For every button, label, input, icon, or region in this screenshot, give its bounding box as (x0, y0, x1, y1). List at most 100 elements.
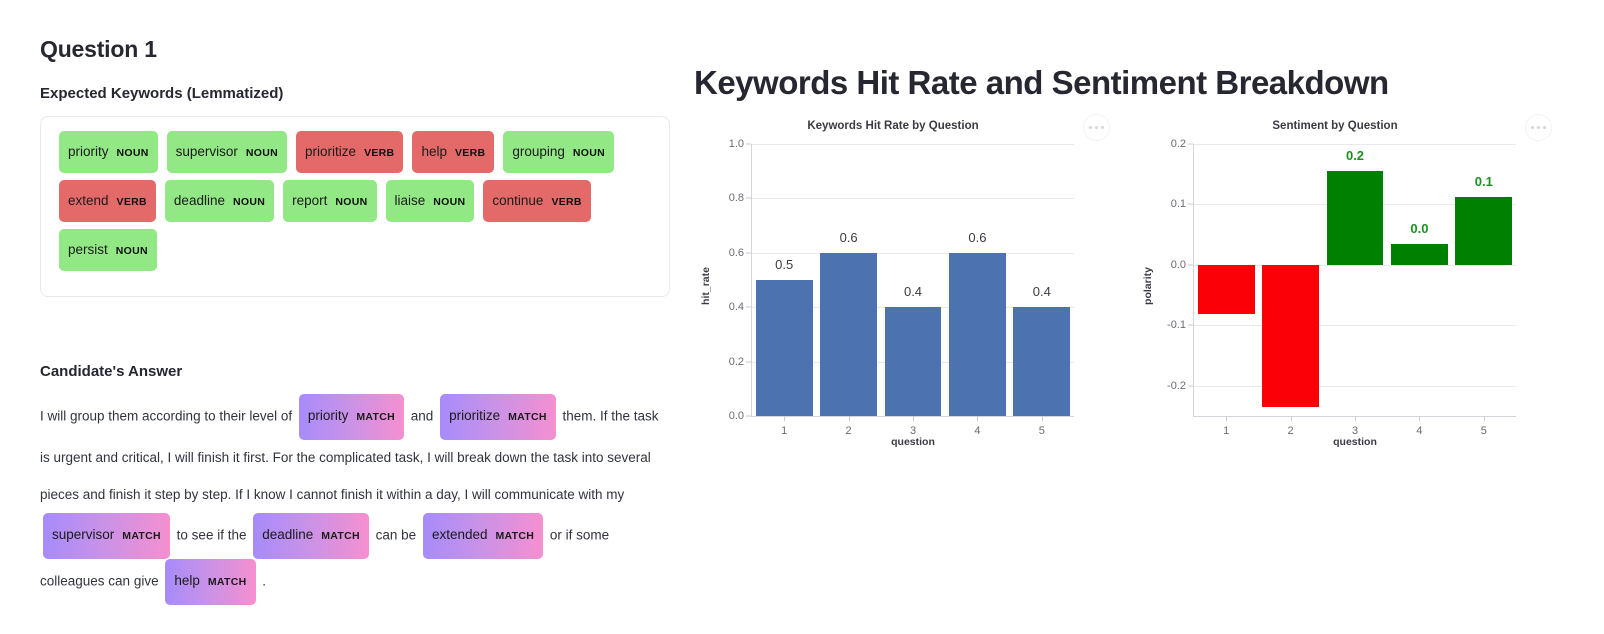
x-tick-mark (848, 416, 850, 421)
match-badge: MATCH (508, 411, 547, 424)
answer-match-tag: extended MATCH (422, 513, 544, 560)
y-axis-label: hit_rate (700, 267, 712, 305)
keyword-pos-badge: NOUN (115, 245, 148, 258)
answer-match-tag: help MATCH (165, 559, 256, 605)
y-tick-label: 0.0 (1170, 258, 1186, 271)
keyword-tag: deadline NOUN (164, 180, 275, 223)
bar[interactable] (1013, 307, 1071, 416)
keyword-word: grouping (512, 144, 565, 159)
bar-value-label: 0.4 (1032, 284, 1051, 300)
bar-slot: 0.5 1 (752, 144, 816, 437)
bar-value-label: 0.5 (775, 257, 794, 272)
candidate-answer-heading: Candidate's Answer (40, 363, 183, 381)
keyword-pos-badge: VERB (364, 147, 395, 159)
bar[interactable] (1391, 243, 1448, 265)
chart-card: Keywords Hit Rate by Question hit_rate 0.0… (694, 114, 1110, 448)
chart-card: Sentiment by Question polarity 0.2 0.1 0.0 -0… (1136, 114, 1552, 448)
bar-group: 1 2 0.2 3 0.0 4 0.1 5 (1194, 144, 1516, 437)
bar-value-label: 0.6 (968, 229, 987, 245)
question-panel: Question 1 Expected Keywords (Lemmatized… (40, 36, 670, 634)
keyword-tag: supervisor NOUN (166, 131, 288, 174)
keyword-word: extend (68, 193, 109, 209)
answer-match-tag: supervisor MATCH (43, 513, 170, 560)
keyword-tag: report NOUN (283, 180, 377, 223)
bar[interactable] (1455, 196, 1513, 265)
ellipsis-icon[interactable] (1525, 114, 1552, 141)
bar[interactable] (755, 280, 813, 416)
keyword-pos-badge: NOUN (245, 147, 279, 159)
keyword-pos-badge: NOUN (335, 196, 368, 209)
keyword-pos-badge: NOUN (232, 196, 266, 209)
keyword-pos-badge: NOUN (572, 147, 606, 159)
match-badge: MATCH (321, 530, 360, 543)
keyword-word: deadline (173, 193, 225, 209)
bar-slot: 0.4 5 (1010, 144, 1074, 437)
keyword-word: help (421, 144, 447, 159)
bar[interactable] (1197, 264, 1255, 314)
bar-value-label: 0.1 (1474, 173, 1493, 189)
x-tick-mark (1419, 416, 1421, 421)
bar-value-label: 0.0 (1410, 220, 1429, 236)
bar-group: 0.5 1 0.6 2 0.4 3 0.6 4 0.4 5 (752, 144, 1074, 437)
keyword-tag: extend VERB (59, 180, 156, 223)
keyword-word: liaise (394, 193, 426, 209)
match-word: supervisor (52, 527, 115, 543)
keyword-tag: prioritize VERB (296, 131, 404, 174)
answer-match-tag: priority MATCH (298, 394, 405, 440)
y-tick-label: 0.0 (728, 410, 744, 422)
answer-text-run: and (407, 408, 438, 424)
bar[interactable] (1326, 171, 1384, 265)
bar-slot: 0.1 5 (1452, 144, 1516, 437)
y-tick-label: 0.1 (1170, 198, 1186, 211)
x-tick-mark (1483, 416, 1485, 421)
x-tick-mark (913, 416, 915, 421)
plot-canvas: 0.0 0.2 0.4 0.6 0.8 1.0 0.5 1 0.6 2 0.4 3 0.6 4 0.4 5 (729, 138, 1074, 437)
bar-slot: 0.6 2 (816, 144, 880, 437)
match-word: priority (307, 408, 349, 424)
bar-value-label: 0.2 (1345, 148, 1365, 164)
keyword-word: report (292, 193, 328, 209)
keyword-word: continue (492, 193, 544, 209)
charts-panel: Keywords Hit Rate and Sentiment Breakdow… (694, 64, 1564, 448)
y-tick-label: 0.2 (728, 355, 744, 368)
x-tick-mark (1041, 416, 1043, 421)
keyword-tag: liaise NOUN (385, 180, 475, 223)
y-tick-label: 0.6 (728, 246, 744, 259)
plot-area: hit_rate 0.0 0.2 0.4 0.6 0.8 1.0 0.5 1 0.6 2 0.4 3 0.… (694, 136, 1074, 448)
app-root: Question 1 Expected Keywords (Lemmatized… (0, 0, 1604, 634)
y-tick-label: 0.8 (728, 192, 744, 205)
y-tick-label: 0.2 (1170, 138, 1186, 150)
x-axis-label: question (891, 436, 935, 448)
keyword-tag-list: priority NOUN supervisor NOUN prioritize VERB… (59, 131, 651, 278)
x-tick-mark (1355, 416, 1357, 421)
plot-area: polarity 0.2 0.1 0.0 -0.1 -0.2 1 2 0.2 3 0.0 4 0.1 5 q… (1136, 136, 1516, 448)
match-badge: MATCH (207, 576, 247, 589)
answer-match-tag: deadline MATCH (253, 513, 369, 560)
bar-value-label: 0.6 (839, 229, 858, 245)
keyword-pos-badge: NOUN (116, 147, 149, 159)
bar-value-label: 0.4 (903, 284, 923, 300)
bar[interactable] (1262, 264, 1319, 407)
keyword-pos-badge: VERB (116, 196, 147, 209)
match-badge: MATCH (122, 530, 161, 543)
x-tick-mark (1290, 416, 1292, 421)
plot-canvas: 0.2 0.1 0.0 -0.1 -0.2 1 2 0.2 3 0.0 4 0.1 5 (1167, 138, 1516, 437)
bar[interactable] (820, 252, 877, 416)
keyword-word: supervisor (175, 144, 238, 159)
keyword-word: prioritize (305, 144, 357, 159)
keyword-pos-badge: VERB (551, 196, 582, 209)
y-tick-label: 0.4 (728, 301, 744, 314)
bar[interactable] (884, 307, 942, 416)
ellipsis-icon[interactable] (1083, 114, 1110, 141)
bar[interactable] (949, 252, 1006, 416)
keyword-word: priority (68, 144, 109, 159)
keyword-tag: priority NOUN (59, 131, 158, 174)
keyword-tag: persist NOUN (59, 229, 157, 272)
candidate-answer-text: I will group them according to their lev… (40, 394, 665, 605)
bar-slot: 2 (1258, 144, 1322, 437)
bar-slot: 0.2 3 (1323, 144, 1387, 437)
match-word: deadline (262, 527, 314, 543)
match-word: extended (431, 527, 488, 543)
chart-title: Sentiment by Question (1272, 120, 1398, 132)
y-tick-label: -0.2 (1167, 379, 1186, 392)
